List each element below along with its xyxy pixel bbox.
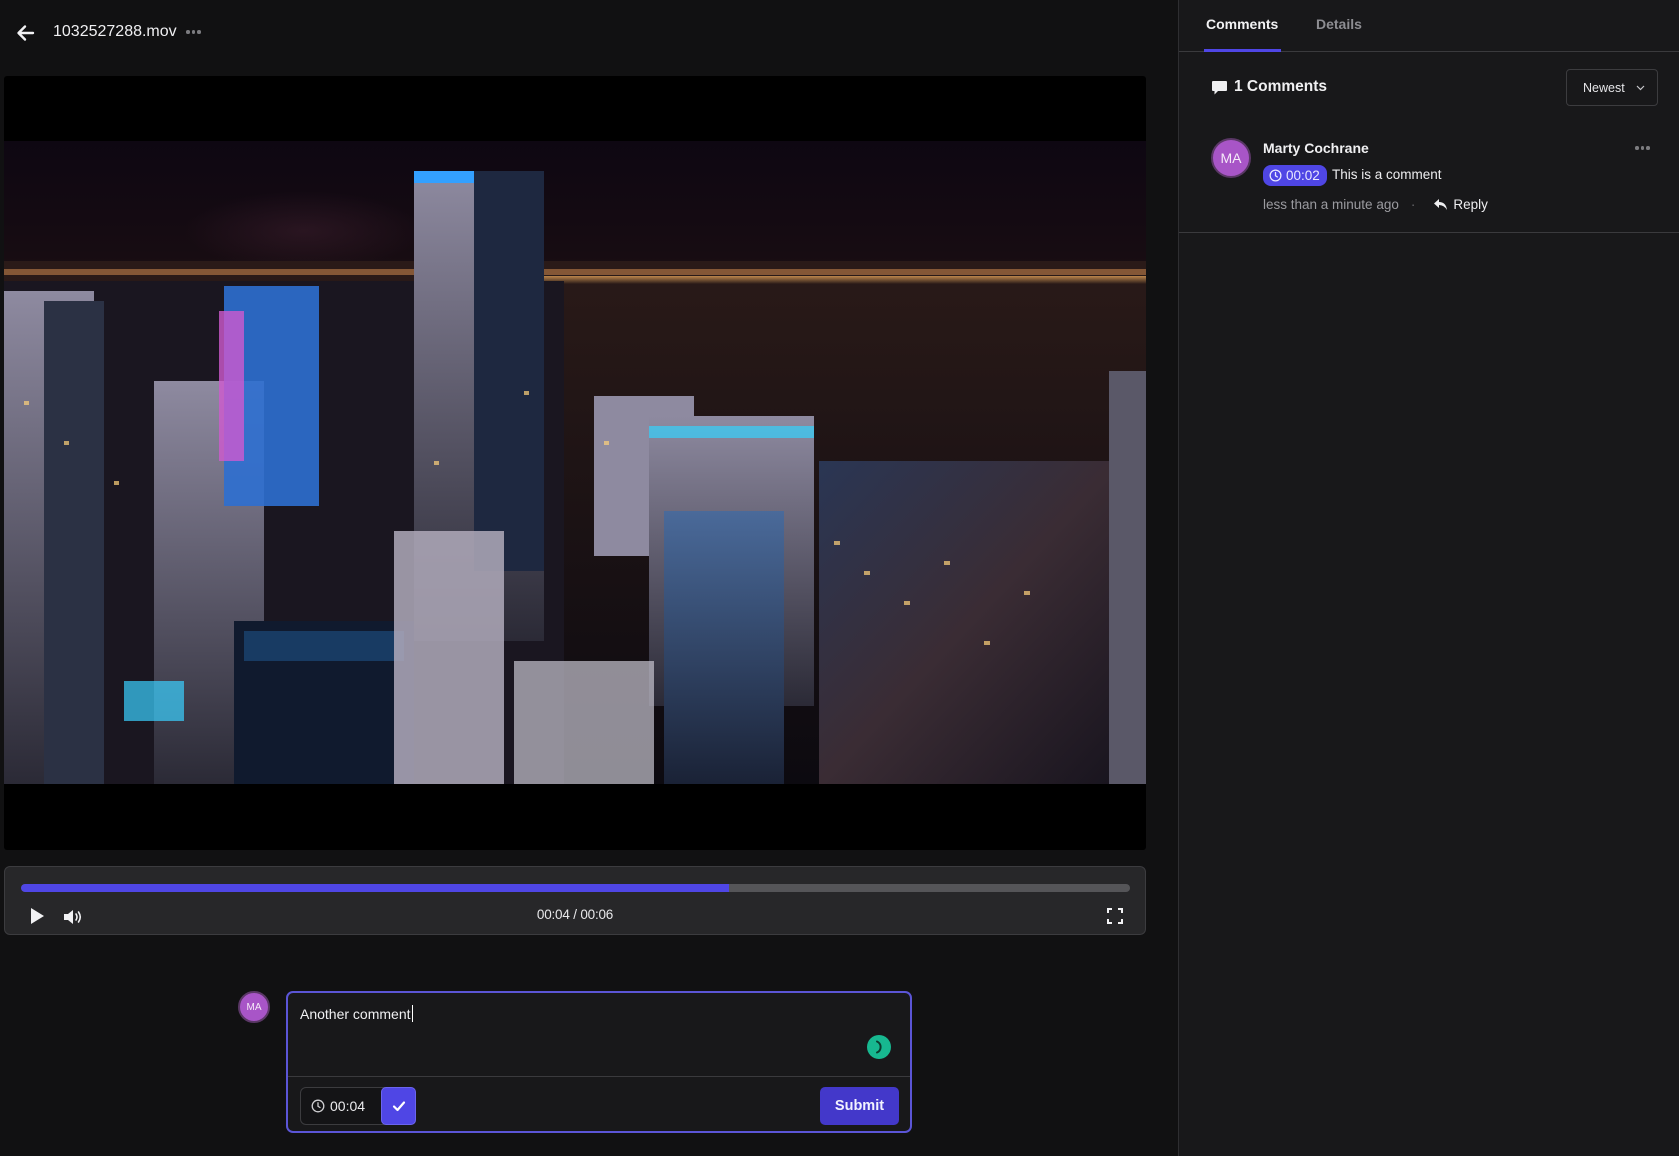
time-readout: 00:04 / 00:06	[536, 907, 614, 922]
fullscreen-button[interactable]	[1106, 907, 1124, 925]
comment-item: MA Marty Cochrane 00:02 This is a commen…	[1179, 128, 1679, 233]
comments-sidebar: Comments Details 1 Comments Newest MA Ma…	[1178, 0, 1679, 1156]
tab-details[interactable]: Details	[1316, 16, 1362, 32]
grammar-assistant-icon[interactable]	[867, 1035, 891, 1059]
comments-count: 1 Comments	[1234, 78, 1328, 95]
player-controls: 00:04 / 00:06	[4, 866, 1146, 935]
timestamp-checkbox[interactable]	[381, 1087, 416, 1125]
file-title: 1032527288.mov	[53, 23, 177, 40]
top-bar: 1032527288.mov	[0, 0, 1178, 70]
comment-avatar: MA	[1211, 138, 1251, 178]
video-frame-image	[4, 141, 1146, 784]
composer-avatar: MA	[238, 991, 270, 1023]
comment-input-value: Another comment	[300, 1006, 411, 1022]
chevron-down-icon	[1636, 85, 1645, 91]
text-caret	[411, 1005, 413, 1022]
video-player[interactable]	[4, 76, 1146, 850]
reply-icon	[1434, 199, 1448, 210]
timestamp-toggle: 00:04	[300, 1087, 416, 1125]
comment-bubble-icon	[1212, 80, 1227, 94]
sort-dropdown[interactable]: Newest	[1566, 69, 1658, 106]
comment-timestamp: 00:02	[1286, 168, 1320, 183]
comment-more-button[interactable]	[1635, 144, 1653, 152]
comment-input[interactable]: Another comment	[300, 1005, 860, 1075]
timestamp-value: 00:04	[330, 1098, 366, 1114]
clock-icon	[1269, 169, 1282, 182]
arrow-left-icon	[17, 25, 35, 41]
comment-meta: less than a minute ago · Reply	[1263, 197, 1488, 212]
file-more-button[interactable]	[186, 24, 204, 40]
back-button[interactable]	[14, 22, 36, 44]
fullscreen-icon	[1107, 908, 1123, 924]
progress-bar[interactable]	[21, 884, 1130, 892]
loading-arc-icon	[876, 1040, 882, 1054]
comment-relative-time: less than a minute ago	[1263, 197, 1399, 212]
reply-label: Reply	[1453, 197, 1488, 212]
submit-button[interactable]: Submit	[820, 1087, 899, 1125]
comment-composer: Another comment 00:04 Submit	[286, 991, 912, 1133]
meta-separator: ·	[1410, 197, 1416, 212]
comment-timestamp-badge[interactable]: 00:02	[1263, 165, 1327, 186]
composer-divider	[288, 1076, 910, 1077]
comments-header: 1 Comments	[1211, 78, 1327, 96]
sidebar-tabs: Comments Details	[1179, 0, 1679, 52]
main-area: 1032527288.mov 00:04 / 00:06 MA Another …	[0, 0, 1178, 1156]
tab-comments[interactable]: Comments	[1206, 16, 1278, 32]
clock-icon	[311, 1099, 325, 1113]
progress-fill	[21, 884, 729, 892]
active-tab-indicator	[1204, 49, 1281, 52]
city-skyline-frame	[4, 171, 1146, 784]
comment-text: This is a comment	[1332, 167, 1442, 182]
sort-selected-value: Newest	[1583, 80, 1625, 95]
ellipsis-icon	[186, 30, 190, 34]
ellipsis-icon	[1635, 146, 1639, 150]
reply-button[interactable]: Reply	[1433, 197, 1488, 212]
checkmark-icon	[392, 1101, 405, 1112]
comment-author: Marty Cochrane	[1263, 140, 1369, 156]
